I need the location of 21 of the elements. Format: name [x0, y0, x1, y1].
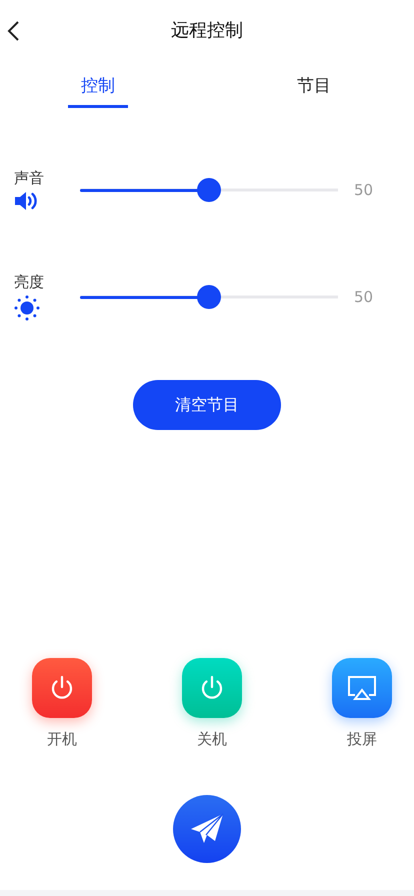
- action-button[interactable]: [32, 658, 92, 718]
- power-icon: [50, 675, 74, 701]
- action-label: 关机: [197, 730, 227, 749]
- tab[interactable]: 节目: [284, 60, 344, 108]
- sun-icon: [14, 295, 40, 321]
- action-label: 开机: [47, 730, 77, 749]
- slider-label: 亮度: [14, 273, 44, 292]
- slider-value: 50: [354, 288, 374, 306]
- screen-cast-icon: [347, 675, 377, 701]
- slider-value: 50: [354, 181, 374, 199]
- back-icon[interactable]: [6, 20, 20, 42]
- action-button[interactable]: [332, 658, 392, 718]
- power-icon: [200, 675, 224, 701]
- slider-thumb[interactable]: [197, 178, 221, 202]
- slider-thumb[interactable]: [197, 285, 221, 309]
- action-label: 投屏: [347, 730, 377, 749]
- paper-plane-icon: [190, 813, 224, 845]
- tab[interactable]: 控制: [68, 60, 128, 108]
- page-title: 远程控制: [171, 19, 243, 42]
- clear-program-button[interactable]: 清空节目: [133, 380, 281, 430]
- slider-label: 声音: [14, 169, 44, 188]
